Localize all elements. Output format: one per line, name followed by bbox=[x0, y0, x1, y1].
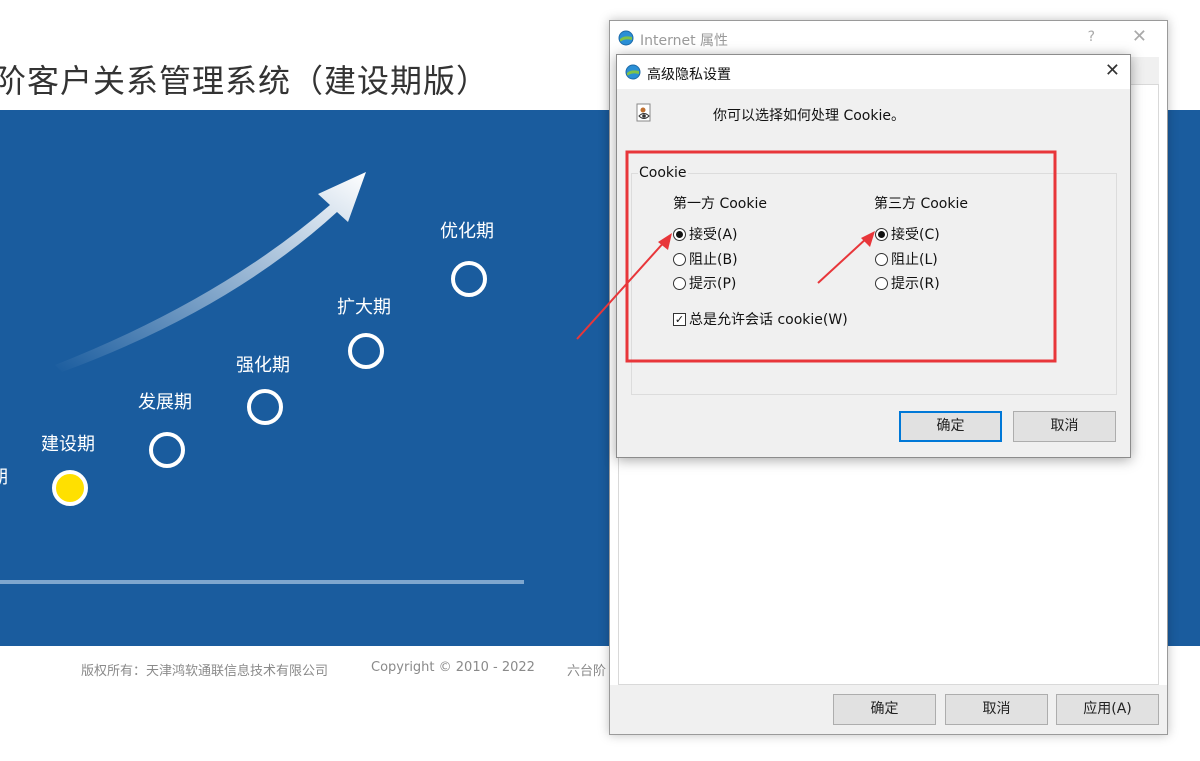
stage-node bbox=[149, 432, 185, 468]
first-party-heading: 第一方 Cookie bbox=[673, 196, 767, 212]
close-icon[interactable]: ✕ bbox=[1105, 60, 1120, 81]
checkbox-indicator[interactable]: ✓ bbox=[673, 312, 686, 326]
internet-options-titlebar[interactable]: Internet 属性 ? ✕ bbox=[610, 21, 1167, 55]
stage-label: 期 bbox=[0, 463, 8, 489]
privacy-dialog-title: 高级隐私设置 bbox=[647, 67, 731, 83]
radio-label: 接受(A) bbox=[689, 227, 738, 243]
privacy-cancel-button[interactable]: 取消 bbox=[1013, 411, 1116, 442]
stage-label: 建设期 bbox=[41, 434, 95, 455]
close-icon[interactable]: ✕ bbox=[1132, 26, 1147, 47]
cancel-button[interactable]: 取消 bbox=[945, 694, 1048, 725]
stage-node-active bbox=[52, 470, 88, 506]
page-title: 阶客户关系管理系统（建设期版） bbox=[0, 62, 490, 100]
radio-label: 提示(R) bbox=[891, 276, 940, 292]
footer-copyright-years: Copyright © 2010 - 2022 bbox=[371, 660, 535, 675]
footer-product: 六台阶 bbox=[567, 664, 607, 679]
stage-label: 优化期 bbox=[440, 221, 494, 242]
radio-indicator[interactable] bbox=[875, 252, 888, 266]
third-party-heading: 第三方 Cookie bbox=[874, 196, 968, 212]
privacy-ok-button[interactable]: 确定 bbox=[899, 411, 1002, 442]
radio-indicator[interactable] bbox=[673, 276, 686, 290]
third-party-accept-radio[interactable]: 接受(C) bbox=[875, 224, 940, 244]
radio-label: 提示(P) bbox=[689, 276, 737, 292]
stage-node bbox=[451, 261, 487, 297]
advanced-privacy-dialog: 高级隐私设置 ✕ 你可以选择如何处理 Cookie。 Cookie 第一方 Co… bbox=[616, 54, 1131, 458]
third-party-block-radio[interactable]: 阻止(L) bbox=[875, 249, 938, 269]
stage-label: 强化期 bbox=[236, 355, 290, 376]
radio-label: 阻止(L) bbox=[891, 252, 938, 268]
growth-arrow-icon bbox=[55, 172, 366, 372]
first-party-prompt-radio[interactable]: 提示(P) bbox=[673, 273, 736, 293]
radio-indicator[interactable] bbox=[875, 227, 888, 241]
radio-label: 阻止(B) bbox=[689, 252, 738, 268]
privacy-titlebar[interactable]: 高级隐私设置 ✕ bbox=[617, 55, 1130, 89]
privacy-description: 你可以选择如何处理 Cookie。 bbox=[713, 108, 905, 124]
ie-globe-icon bbox=[618, 30, 634, 46]
privacy-eye-icon bbox=[636, 103, 651, 122]
help-button[interactable]: ? bbox=[1088, 29, 1095, 45]
footer-copyright-owner: 版权所有：天津鸿软通联信息技术有限公司 bbox=[81, 664, 329, 679]
first-party-accept-radio[interactable]: 接受(A) bbox=[673, 224, 738, 244]
ok-button[interactable]: 确定 bbox=[833, 694, 936, 725]
radio-indicator[interactable] bbox=[673, 252, 686, 266]
stage-node bbox=[348, 333, 384, 369]
checkbox-label: 总是允许会话 cookie(W) bbox=[689, 312, 848, 328]
cookie-group-label: Cookie bbox=[638, 165, 688, 181]
session-cookie-checkbox[interactable]: ✓ 总是允许会话 cookie(W) bbox=[673, 309, 848, 329]
stage-label: 发展期 bbox=[138, 392, 192, 413]
radio-indicator[interactable] bbox=[875, 276, 888, 290]
third-party-prompt-radio[interactable]: 提示(R) bbox=[875, 273, 940, 293]
radio-indicator[interactable] bbox=[673, 227, 686, 241]
radio-label: 接受(C) bbox=[891, 227, 940, 243]
internet-options-title: Internet 属性 bbox=[640, 33, 729, 49]
first-party-block-radio[interactable]: 阻止(B) bbox=[673, 249, 738, 269]
ie-globe-icon bbox=[625, 64, 641, 80]
stage-label: 扩大期 bbox=[337, 297, 391, 318]
apply-button[interactable]: 应用(A) bbox=[1056, 694, 1159, 725]
stage-node bbox=[247, 389, 283, 425]
